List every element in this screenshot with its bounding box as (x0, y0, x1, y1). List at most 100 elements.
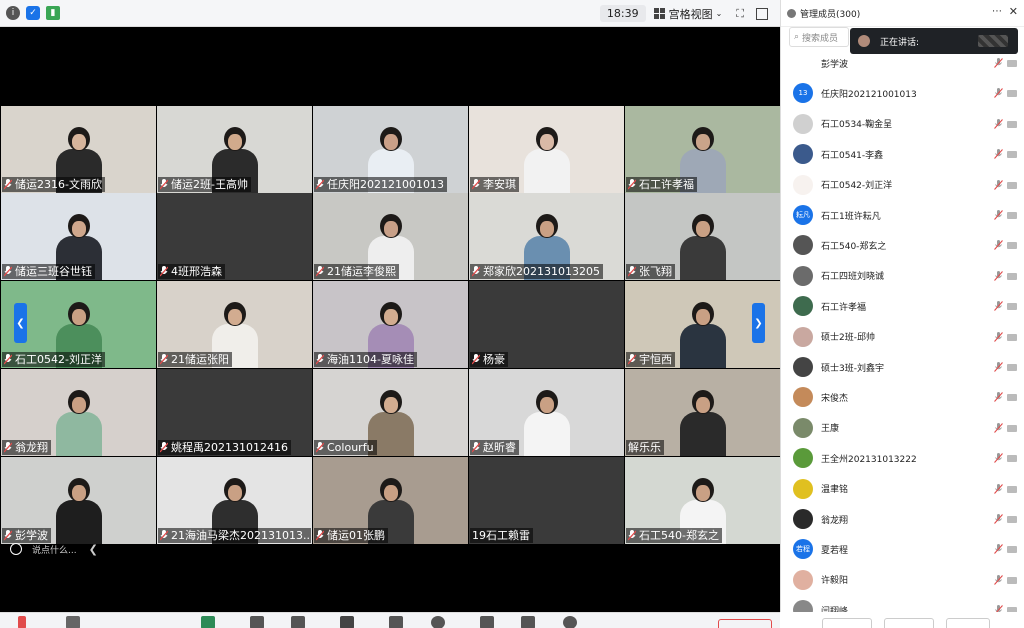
video-tile[interactable]: 李安琪 (469, 106, 624, 193)
mic-muted-icon[interactable] (994, 118, 1003, 129)
camera-icon[interactable] (1007, 272, 1017, 280)
camera-icon[interactable] (1007, 151, 1017, 159)
camera-off-icon[interactable] (66, 616, 80, 628)
video-tile[interactable]: 任庆阳202121001013 (313, 106, 468, 193)
camera-icon[interactable] (1007, 394, 1017, 402)
member-search-input[interactable]: ⌕ 搜索成员 (789, 27, 849, 47)
member-row[interactable]: 13 任庆阳202121001013 (793, 78, 1017, 108)
member-row[interactable]: 硕士3班-刘鑫宇 (793, 352, 1017, 382)
mic-muted-icon[interactable] (994, 149, 1003, 160)
chat-icon[interactable] (389, 616, 403, 628)
mic-muted-icon[interactable] (994, 514, 1003, 524)
camera-icon[interactable] (1007, 455, 1017, 463)
unmute-all-button[interactable] (884, 618, 934, 628)
camera-icon[interactable] (1007, 516, 1017, 523)
member-row[interactable]: 石工0542-刘正洋 (793, 170, 1017, 200)
camera-icon[interactable] (1007, 546, 1017, 554)
more-members-button[interactable] (946, 618, 990, 628)
member-row[interactable]: 许毅阳 (793, 565, 1017, 595)
camera-icon[interactable] (1007, 576, 1017, 584)
video-tile[interactable]: 杨豪 (469, 281, 624, 368)
mic-muted-icon[interactable] (994, 88, 1003, 99)
end-meeting-button[interactable] (718, 619, 772, 628)
more-options-icon[interactable]: ⋯ (992, 6, 1002, 17)
member-row[interactable]: 若程 夏若程 (793, 534, 1017, 564)
mute-all-button[interactable] (822, 618, 872, 628)
mic-muted-icon[interactable] (994, 392, 1003, 403)
video-tile[interactable]: 石工540-郑玄之 (625, 457, 780, 544)
camera-icon[interactable] (1007, 424, 1017, 432)
video-tile[interactable]: 彭学波 (1, 457, 156, 544)
mic-muted-icon[interactable] (994, 270, 1003, 281)
mic-muted-icon[interactable] (994, 483, 1003, 494)
shield-icon[interactable]: ✓ (26, 6, 40, 20)
video-tile[interactable]: 张飞翔 (625, 193, 780, 280)
fullscreen-icon[interactable]: ⛶ (736, 7, 744, 21)
video-tile[interactable]: 解乐乐 (625, 369, 780, 456)
mic-muted-icon[interactable] (994, 179, 1003, 190)
video-tile[interactable]: 储运三班谷世钰 (1, 193, 156, 280)
next-page-button[interactable]: ❯ (752, 303, 765, 343)
mic-muted-icon[interactable] (994, 331, 1003, 342)
camera-icon[interactable] (1007, 485, 1017, 493)
info-icon[interactable]: i (6, 6, 20, 20)
video-tile[interactable]: 石工许孝福 (625, 106, 780, 193)
emoji-icon[interactable] (10, 543, 22, 555)
mic-muted-icon[interactable] (994, 362, 1003, 372)
mic-muted-icon[interactable] (994, 574, 1003, 585)
member-row[interactable]: 耘凡 石工1班许耘凡 (793, 200, 1017, 230)
layout-icon[interactable] (521, 616, 535, 628)
record-icon[interactable] (431, 616, 445, 628)
video-tile[interactable]: 19石工赖雷 (469, 457, 624, 544)
member-row[interactable]: 王全州202131013222 (793, 443, 1017, 473)
member-row[interactable]: 硕士2班-邱帅 (793, 322, 1017, 352)
member-row[interactable]: 宋俊杰 (793, 382, 1017, 412)
mic-muted-icon[interactable] (994, 210, 1003, 220)
video-tile[interactable]: 21储运李俊熙 (313, 193, 468, 280)
member-row[interactable]: 温聿铭 (793, 474, 1017, 504)
mic-muted-icon[interactable] (994, 240, 1003, 251)
video-tile[interactable]: 储运2班-王高帅 (157, 106, 312, 193)
prev-page-button[interactable]: ❮ (14, 303, 27, 343)
member-row[interactable]: 石工0541-李鑫 (793, 139, 1017, 169)
chat-input[interactable]: 说点什么... (32, 543, 77, 556)
camera-icon[interactable] (1007, 60, 1017, 67)
members-icon[interactable] (340, 616, 354, 628)
camera-icon[interactable] (1007, 364, 1017, 371)
mic-muted-icon[interactable] (994, 301, 1003, 312)
share-screen-icon[interactable] (201, 616, 215, 628)
member-row[interactable]: 石工0534-鞠金呈 (793, 109, 1017, 139)
mic-muted-icon[interactable] (994, 453, 1003, 464)
member-row[interactable]: 石工许孝福 (793, 291, 1017, 321)
camera-icon[interactable] (1007, 120, 1017, 128)
video-tile[interactable]: 21储运张阳 (157, 281, 312, 368)
security-icon[interactable] (250, 616, 264, 628)
member-row[interactable]: 王康 (793, 413, 1017, 443)
close-icon[interactable]: ✕ (1009, 5, 1018, 18)
camera-icon[interactable] (1007, 212, 1017, 219)
video-tile[interactable]: 赵昕睿 (469, 369, 624, 456)
member-row[interactable]: 翁龙翔 (793, 504, 1017, 534)
video-tile[interactable]: 海油1104-夏咏佳 (313, 281, 468, 368)
apps-icon[interactable] (480, 616, 494, 628)
camera-icon[interactable] (1007, 242, 1017, 250)
mic-muted-icon[interactable] (994, 422, 1003, 433)
video-tile[interactable]: 姚程禹202131012416 (157, 369, 312, 456)
video-tile[interactable]: 翁龙翔 (1, 369, 156, 456)
invite-icon[interactable] (291, 616, 305, 628)
camera-icon[interactable] (1007, 303, 1017, 311)
video-tile[interactable]: 4班邢浩森 (157, 193, 312, 280)
collapse-chat-icon[interactable]: ❮ (89, 543, 98, 556)
video-tile[interactable]: Colourfu (313, 369, 468, 456)
video-tile[interactable]: 郑家欣202131013205 (469, 193, 624, 280)
member-row[interactable]: 石工540-郑玄之 (793, 230, 1017, 260)
signal-icon[interactable]: ▮ (46, 6, 60, 20)
video-tile[interactable]: 21海油马梁杰202131013... (157, 457, 312, 544)
camera-icon[interactable] (1007, 181, 1017, 189)
camera-icon[interactable] (1007, 90, 1017, 98)
camera-icon[interactable] (1007, 333, 1017, 341)
mic-icon[interactable] (18, 616, 26, 628)
video-tile[interactable]: 储运2316-文雨欣 (1, 106, 156, 193)
member-row[interactable]: 石工四班刘晓诚 (793, 261, 1017, 291)
video-tile[interactable]: 储运01张鹏 (313, 457, 468, 544)
